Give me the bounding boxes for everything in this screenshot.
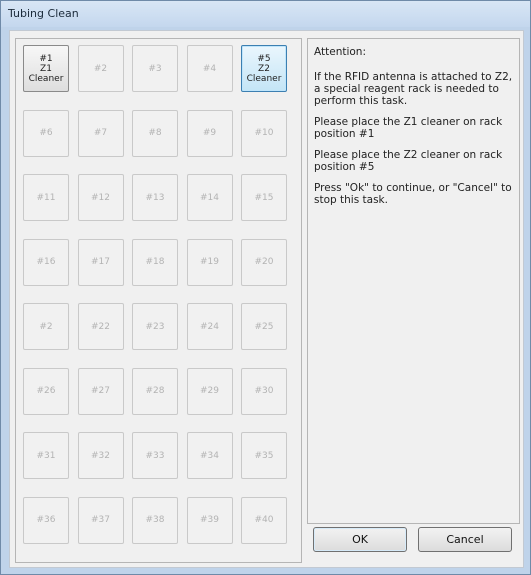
rack-position-31[interactable]: #31 xyxy=(23,432,69,479)
rack-position-22[interactable]: #22 xyxy=(77,303,124,350)
instruction-line: Press "Ok" to continue, or "Cancel" to s… xyxy=(314,182,512,206)
rack-position-13[interactable]: #13 xyxy=(132,174,178,221)
ok-button[interactable]: OK xyxy=(313,527,407,552)
attention-heading: Attention: xyxy=(314,46,366,58)
rack-position-3[interactable]: #3 xyxy=(132,45,178,92)
rack-position-14[interactable]: #14 xyxy=(186,174,233,221)
instruction-line: Please place the Z1 cleaner on rack posi… xyxy=(314,116,503,140)
rack-position-27[interactable]: #27 xyxy=(77,367,124,415)
rack-position-23[interactable]: #23 xyxy=(132,303,178,350)
rack-position-32[interactable]: #32 xyxy=(77,432,124,479)
rack-position-16[interactable]: #16 xyxy=(23,238,69,286)
rack-position-40[interactable]: #40 xyxy=(241,496,287,544)
rack-position-38[interactable]: #38 xyxy=(132,496,178,544)
instruction-line: Please place the Z2 cleaner on rack posi… xyxy=(314,149,503,173)
title-bar[interactable]: Tubing Clean xyxy=(1,1,530,27)
rack-position-2[interactable]: #2 xyxy=(77,45,124,92)
dialog-window: Tubing Clean #1 Z1 Cleaner #2 #3 #4 #5 Z2 Cl… xyxy=(0,0,531,575)
rack-position-35[interactable]: #35 xyxy=(241,432,287,479)
rack-position-30[interactable]: #30 xyxy=(241,367,287,415)
rack-position-21[interactable]: #2 xyxy=(23,303,69,350)
rack-position-17[interactable]: #17 xyxy=(77,238,124,286)
window-title: Tubing Clean xyxy=(8,7,79,20)
rack-position-1[interactable]: #1 Z1 Cleaner xyxy=(23,45,69,92)
rack-position-19[interactable]: #19 xyxy=(186,238,233,286)
rack-position-26[interactable]: #26 xyxy=(23,367,69,415)
rack-position-34[interactable]: #34 xyxy=(186,432,233,479)
rack-position-12[interactable]: #12 xyxy=(77,174,124,221)
rack-position-9[interactable]: #9 xyxy=(186,109,233,157)
rack-position-29[interactable]: #29 xyxy=(186,367,233,415)
dialog-body: #1 Z1 Cleaner #2 #3 #4 #5 Z2 Cleaner #6 #7 #8 #9… xyxy=(9,30,524,568)
rack-position-15[interactable]: #15 xyxy=(241,174,287,221)
rack-position-24[interactable]: #24 xyxy=(186,303,233,350)
instruction-line: If the RFID antenna is attached to Z2, a… xyxy=(314,71,513,107)
rack-position-10[interactable]: #10 xyxy=(241,109,287,157)
rack-position-8[interactable]: #8 xyxy=(132,109,178,157)
rack-position-28[interactable]: #28 xyxy=(132,367,178,415)
rack-position-39[interactable]: #39 xyxy=(186,496,233,544)
rack-position-25[interactable]: #25 xyxy=(241,303,287,350)
rack-position-4[interactable]: #4 xyxy=(186,45,233,92)
rack-position-6[interactable]: #6 xyxy=(23,109,69,157)
rack-position-7[interactable]: #7 xyxy=(77,109,124,157)
rack-position-5[interactable]: #5 Z2 Cleaner xyxy=(241,45,287,92)
rack-position-11[interactable]: #11 xyxy=(23,174,69,221)
rack-position-grid: #1 Z1 Cleaner #2 #3 #4 #5 Z2 Cleaner #6 #7 #8 #9… xyxy=(15,38,302,563)
cancel-button[interactable]: Cancel xyxy=(418,527,512,552)
rack-position-36[interactable]: #36 xyxy=(23,496,69,544)
rack-position-37[interactable]: #37 xyxy=(77,496,124,544)
rack-position-18[interactable]: #18 xyxy=(132,238,178,286)
instructions-panel: Attention: If the RFID antenna is attach… xyxy=(307,38,520,524)
rack-position-33[interactable]: #33 xyxy=(132,432,178,479)
rack-position-20[interactable]: #20 xyxy=(241,238,287,286)
